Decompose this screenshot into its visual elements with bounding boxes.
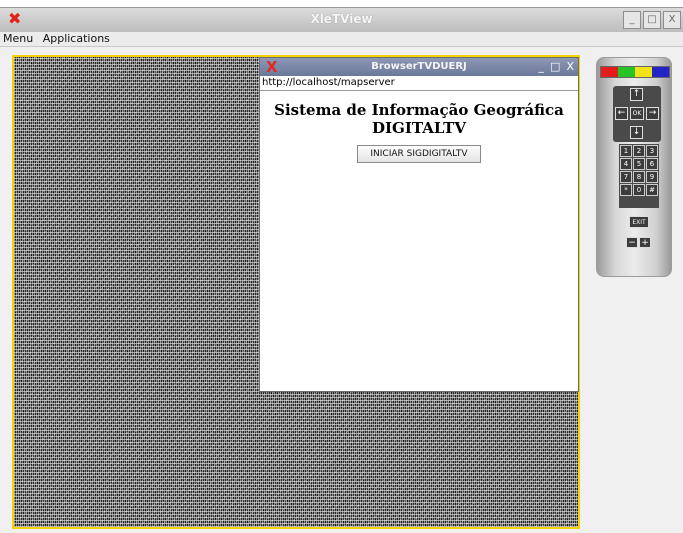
green-key[interactable]	[618, 67, 635, 77]
browser-window-controls: _ □ X	[539, 61, 574, 73]
window-controls: _ □ X	[623, 11, 681, 29]
volume-down-button[interactable]: −	[626, 237, 638, 248]
remote-control: ↑ ← OK → ↓ 1 2 3 4 5 6 7 8 9 * 0 # EXIT …	[596, 57, 672, 277]
close-button[interactable]: X	[663, 11, 681, 29]
key-6[interactable]: 6	[646, 158, 658, 170]
menu-bar: Menu Applications	[0, 32, 683, 47]
key-star[interactable]: *	[620, 184, 632, 196]
key-2[interactable]: 2	[633, 145, 645, 157]
navigation-pad: ↑ ← OK → ↓	[613, 86, 661, 142]
key-3[interactable]: 3	[646, 145, 658, 157]
browser-close-button[interactable]: X	[566, 61, 574, 73]
arrow-up-icon[interactable]: ↑	[630, 88, 643, 101]
blue-key[interactable]	[652, 67, 669, 77]
minimize-button[interactable]: _	[623, 11, 641, 29]
maximize-button[interactable]: □	[643, 11, 661, 29]
key-0[interactable]: 0	[633, 184, 645, 196]
key-9[interactable]: 9	[646, 171, 658, 183]
window-title: XleTView	[310, 12, 373, 26]
menu-item-menu[interactable]: Menu	[0, 32, 36, 46]
key-hash[interactable]: #	[646, 184, 658, 196]
menu-item-applications[interactable]: Applications	[40, 32, 113, 46]
browser-titlebar: X BrowserTVDUERJ _ □ X	[260, 58, 578, 76]
browser-minimize-button[interactable]: _	[539, 61, 545, 73]
arrow-down-icon[interactable]: ↓	[630, 126, 643, 139]
browser-content: Sistema de Informação Geográfica DIGITAL…	[260, 91, 578, 163]
iniciar-sigdigitaltv-button[interactable]: INICIAR SIGDIGITALTV	[357, 145, 481, 163]
arrow-right-icon[interactable]: →	[646, 107, 659, 120]
key-5[interactable]: 5	[633, 158, 645, 170]
key-1[interactable]: 1	[620, 145, 632, 157]
page-heading-line1: Sistema de Informação Geográfica	[274, 101, 564, 119]
url-bar[interactable]: http://localhost/mapserver	[260, 76, 578, 91]
page-heading-line2: DIGITALTV	[372, 119, 466, 137]
browser-title: BrowserTVDUERJ	[371, 61, 467, 72]
yellow-key[interactable]	[635, 67, 652, 77]
key-4[interactable]: 4	[620, 158, 632, 170]
window-titlebar: ✖ XleTView _ □ X	[0, 7, 683, 33]
arrow-left-icon[interactable]: ←	[615, 107, 628, 120]
color-keys	[600, 66, 670, 78]
red-key[interactable]	[601, 67, 618, 77]
exit-button[interactable]: EXIT	[629, 216, 649, 228]
volume-controls: − +	[626, 237, 651, 248]
key-7[interactable]: 7	[620, 171, 632, 183]
numeric-keypad: 1 2 3 4 5 6 7 8 9 * 0 #	[619, 144, 659, 208]
volume-up-button[interactable]: +	[639, 237, 651, 248]
ok-button[interactable]: OK	[630, 107, 644, 120]
browser-window: X BrowserTVDUERJ _ □ X http://localhost/…	[259, 57, 579, 392]
browser-maximize-button[interactable]: □	[550, 61, 560, 73]
key-8[interactable]: 8	[633, 171, 645, 183]
